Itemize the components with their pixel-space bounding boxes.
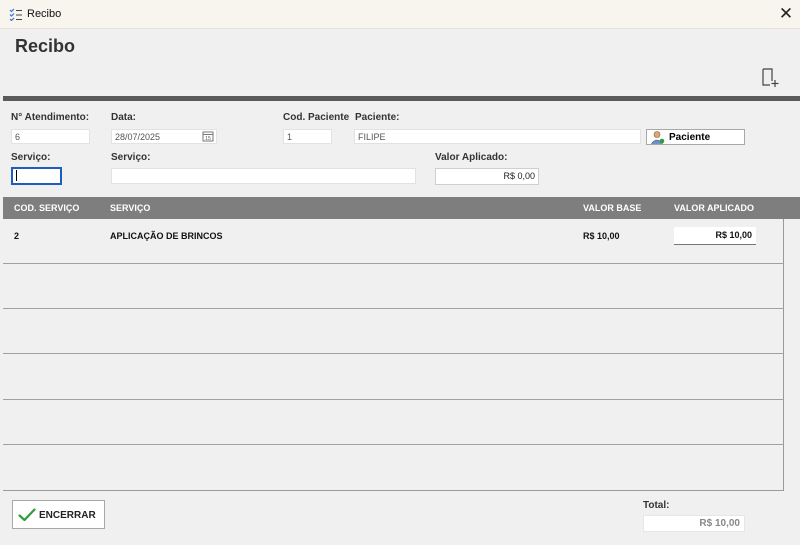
table-row-empty[interactable] [3,400,784,445]
servico-field[interactable] [111,168,416,184]
column-cod-servico[interactable]: COD. SERVIÇO [14,203,79,213]
column-valor-base[interactable]: VALOR BASE [583,203,641,213]
header-separator [3,96,800,101]
data-value: 28/07/2025 [115,132,161,142]
encerrar-label: ENCERRAR [39,510,96,521]
paciente-label: Paciente: [355,112,400,123]
checklist-icon [9,8,22,21]
table-row-empty[interactable] [3,264,784,309]
encerrar-button[interactable]: ENCERRAR [12,500,105,529]
cod-paciente-label: Cod. Paciente [283,112,350,123]
total-value: R$ 10,00 [643,515,745,532]
table-row[interactable]: 2 APLICAÇÃO DE BRINCOS R$ 10,00 R$ 10,00 [3,219,784,264]
new-document-icon[interactable] [760,68,780,88]
paciente-field[interactable]: FILIPE [354,129,641,144]
servico-code-field[interactable] [11,167,62,185]
window-title: Recibo [27,8,62,20]
text-cursor [16,170,17,181]
column-servico[interactable]: SERVIÇO [110,203,150,213]
table-row-empty[interactable] [3,355,784,400]
page-title: Recibo [15,36,76,56]
atendimento-label: N° Atendimento: [11,112,90,123]
valor-aplicado-field[interactable]: R$ 0,00 [435,168,539,185]
title-bar [0,0,800,29]
cell-valor-aplicado[interactable]: R$ 10,00 [674,227,756,245]
paciente-button-label: Paciente [669,132,711,143]
atendimento-field[interactable]: 6 [11,129,90,144]
cod-paciente-field[interactable]: 1 [283,129,332,144]
servico-code-label: Serviço: [11,152,51,163]
paciente-button[interactable]: Paciente [646,129,745,145]
servico-label: Serviço: [111,152,151,163]
svg-text:15: 15 [205,136,211,142]
total-label: Total: [643,500,670,511]
person-icon [650,131,665,144]
data-label: Data: [111,112,137,123]
check-icon [18,508,36,522]
valor-aplicado-label: Valor Aplicado: [435,152,508,163]
cell-valor-base: R$ 10,00 [583,231,620,241]
cell-servico: APLICAÇÃO DE BRINCOS [110,231,223,241]
table-row-empty[interactable] [3,309,784,354]
column-valor-aplicado[interactable]: VALOR APLICADO [674,203,754,213]
table-header: COD. SERVIÇO SERVIÇO VALOR BASE VALOR AP… [3,197,800,219]
close-icon[interactable]: ✕ [776,4,796,24]
calendar-icon[interactable]: 15 [202,130,214,142]
cell-cod: 2 [14,231,20,241]
